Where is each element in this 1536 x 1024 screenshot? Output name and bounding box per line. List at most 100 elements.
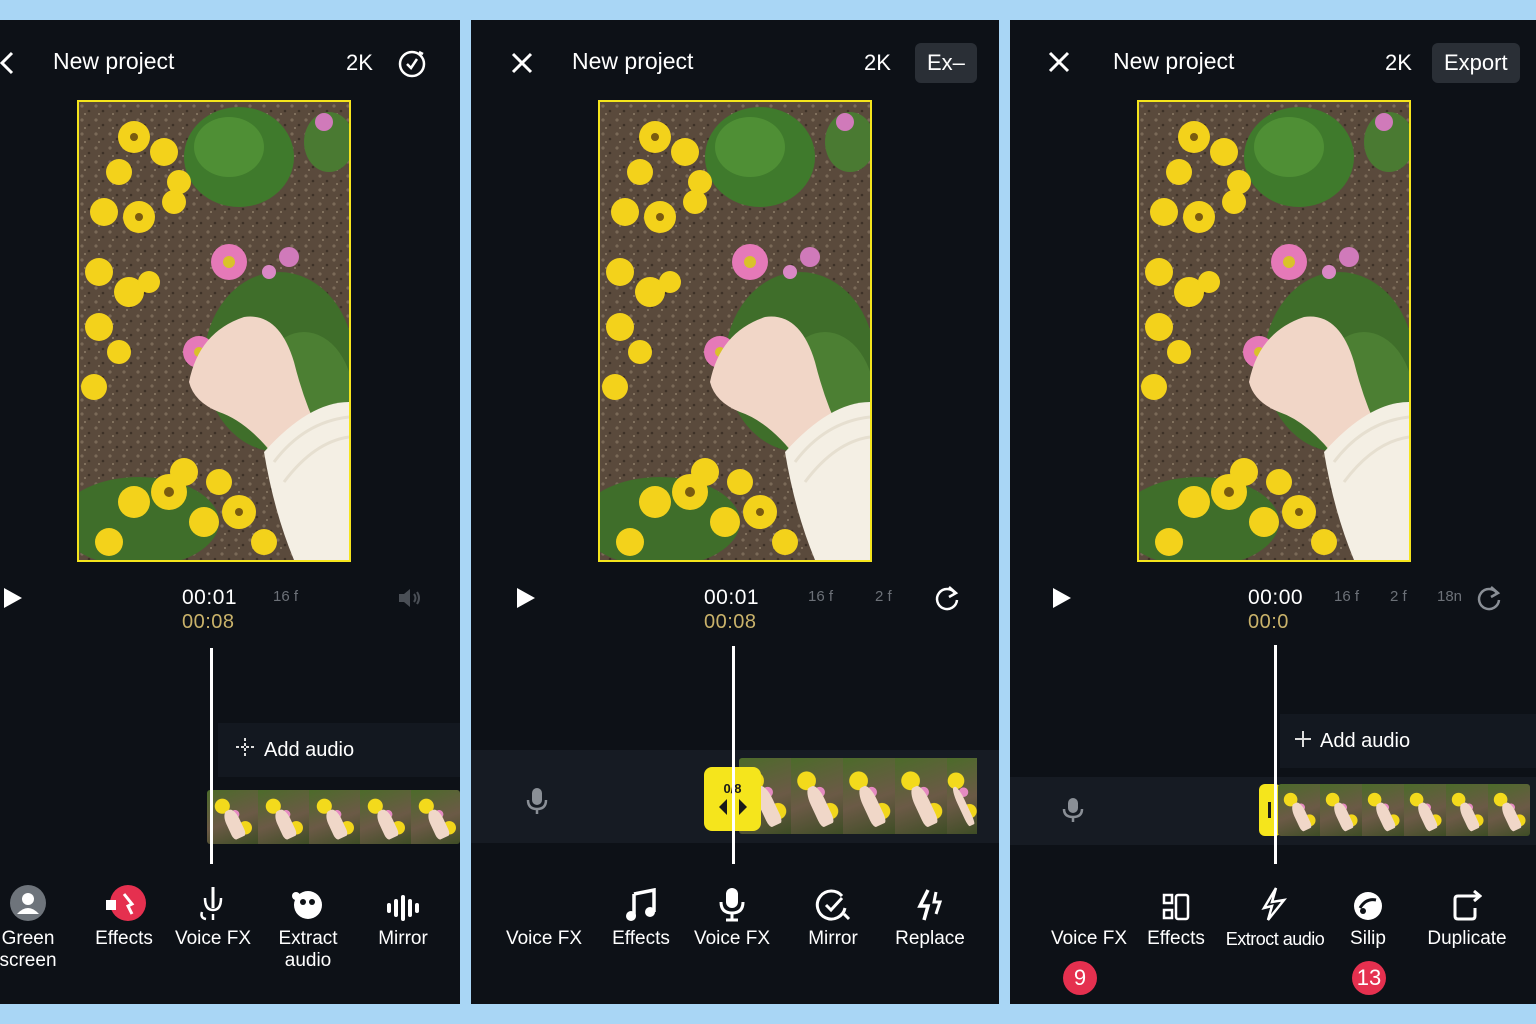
resolution-selector[interactable]: 2K [1385, 50, 1412, 76]
export-button[interactable]: Ex– [915, 43, 977, 83]
tool-label: Duplicate [1427, 928, 1507, 949]
video-track[interactable] [207, 790, 460, 844]
tool-green-screen[interactable]: Green screen [0, 880, 74, 972]
frame-label: 16 f [1334, 588, 1360, 605]
tool-label: Extroct audio [1225, 929, 1325, 949]
total-time: 00:08 [704, 611, 757, 633]
tool-label: Replace [895, 928, 965, 949]
current-time: 00:01 [704, 586, 760, 609]
tool-label: Green screen [0, 928, 57, 971]
track-frame [1362, 784, 1404, 836]
export-button[interactable]: Export [1432, 43, 1520, 83]
video-track[interactable] [739, 758, 999, 834]
editor-panel-2: New project 2K Ex– 00:01 00:08 16 f 2 f … [471, 20, 999, 1004]
tool-label: Voice FX [1050, 928, 1128, 949]
track-frame [258, 790, 309, 844]
person-icon [0, 880, 74, 922]
track-frame [1278, 784, 1320, 836]
frame-label: 2 f [875, 588, 892, 605]
tool-effects[interactable]: Effects [595, 880, 687, 950]
trim-grip-icon [1268, 802, 1271, 818]
mirror-check-icon [787, 880, 879, 922]
music-note-icon [595, 880, 687, 922]
video-preview[interactable] [1137, 100, 1411, 562]
notification-badge: 13 [1352, 961, 1386, 995]
tool-label: Effects [612, 928, 670, 949]
sparkle-icon [1220, 880, 1330, 922]
tool-extract-audio[interactable]: Extroct audio [1220, 880, 1330, 950]
close-icon[interactable] [1044, 47, 1074, 77]
close-icon[interactable] [507, 48, 537, 78]
tool-label: Voice FX [505, 928, 583, 949]
resolution-selector[interactable]: 2K [864, 50, 891, 76]
add-audio-button[interactable]: Add audio [1280, 714, 1536, 768]
playhead[interactable] [210, 648, 213, 864]
play-icon[interactable] [2, 585, 24, 611]
tool-label: Silip [1350, 928, 1386, 949]
microphone-record-icon[interactable] [1060, 795, 1086, 825]
slip-icon [1322, 880, 1414, 922]
tool-label: Mirror [808, 928, 858, 949]
play-icon[interactable] [1051, 585, 1073, 611]
tool-icon-placeholder [498, 880, 590, 922]
total-time: 00:08 [182, 611, 235, 633]
track-frame [1488, 784, 1530, 836]
current-time: 00:00 [1248, 586, 1304, 609]
track-frame [360, 790, 411, 844]
page-title: New project [572, 48, 694, 74]
tool-duplicate[interactable]: Duplicate [1421, 880, 1513, 950]
microphone-icon [686, 880, 778, 922]
tool-label: Effects [1147, 928, 1205, 949]
video-track[interactable] [1278, 784, 1530, 836]
playhead[interactable] [732, 646, 735, 864]
tool-label: Voice FX [174, 928, 252, 949]
add-audio-button[interactable]: Add audio [218, 723, 460, 777]
extract-audio-icon [262, 880, 354, 922]
tool-voice-fx[interactable]: Voice FX [167, 880, 259, 950]
video-preview[interactable] [598, 100, 872, 562]
back-chevron-icon[interactable] [0, 50, 18, 76]
tool-effects[interactable]: Effects [78, 880, 170, 950]
resolution-selector[interactable]: 2K [346, 50, 373, 76]
add-audio-label: Add audio [264, 738, 355, 761]
redo-icon[interactable] [932, 583, 962, 613]
tool-voice-fx[interactable]: Voice FX [1043, 880, 1135, 950]
plus-icon [1294, 727, 1312, 755]
effects-icon [78, 880, 170, 922]
track-frame [411, 790, 460, 844]
voice-fx-icon [167, 880, 259, 922]
tool-voice-fx-mic[interactable]: Voice FX [686, 880, 778, 950]
redo-icon[interactable] [1474, 583, 1504, 613]
track-frame [1320, 784, 1362, 836]
video-preview[interactable] [77, 100, 351, 562]
volume-icon[interactable] [396, 586, 424, 610]
tool-effects[interactable]: Effects [1130, 880, 1222, 950]
tool-label: Extract audio [278, 928, 338, 971]
effects-square-icon [1130, 880, 1222, 922]
playhead[interactable] [1274, 645, 1277, 864]
tool-slip[interactable]: Silip [1322, 880, 1414, 950]
track-frame [1446, 784, 1488, 836]
microphone-record-icon[interactable] [523, 785, 551, 817]
track-frame [1404, 784, 1446, 836]
frame-label: 18n [1437, 588, 1463, 605]
tool-voice-fx[interactable]: Voice FX [498, 880, 590, 950]
tool-extract-audio[interactable]: Extract audio [262, 880, 354, 972]
video-frame [1139, 102, 1409, 560]
tool-icon-placeholder [1043, 880, 1135, 922]
tool-mirror[interactable]: Mirror [787, 880, 879, 950]
track-frame [895, 758, 947, 834]
timer-check-icon[interactable] [396, 47, 428, 79]
tool-label: Voice FX [693, 928, 771, 949]
total-time: 00:0 [1248, 611, 1289, 633]
duplicate-icon [1421, 880, 1513, 922]
track-frame [791, 758, 843, 834]
play-icon[interactable] [515, 585, 537, 611]
add-audio-label: Add audio [1320, 729, 1411, 752]
tool-label: Effects [95, 928, 153, 949]
tool-replace[interactable]: Replace [884, 880, 976, 950]
track-frame [207, 790, 258, 844]
tool-mirror[interactable]: Mirror [357, 880, 449, 950]
plus-icon [234, 736, 256, 765]
frame-label: 2 f [1390, 588, 1407, 605]
